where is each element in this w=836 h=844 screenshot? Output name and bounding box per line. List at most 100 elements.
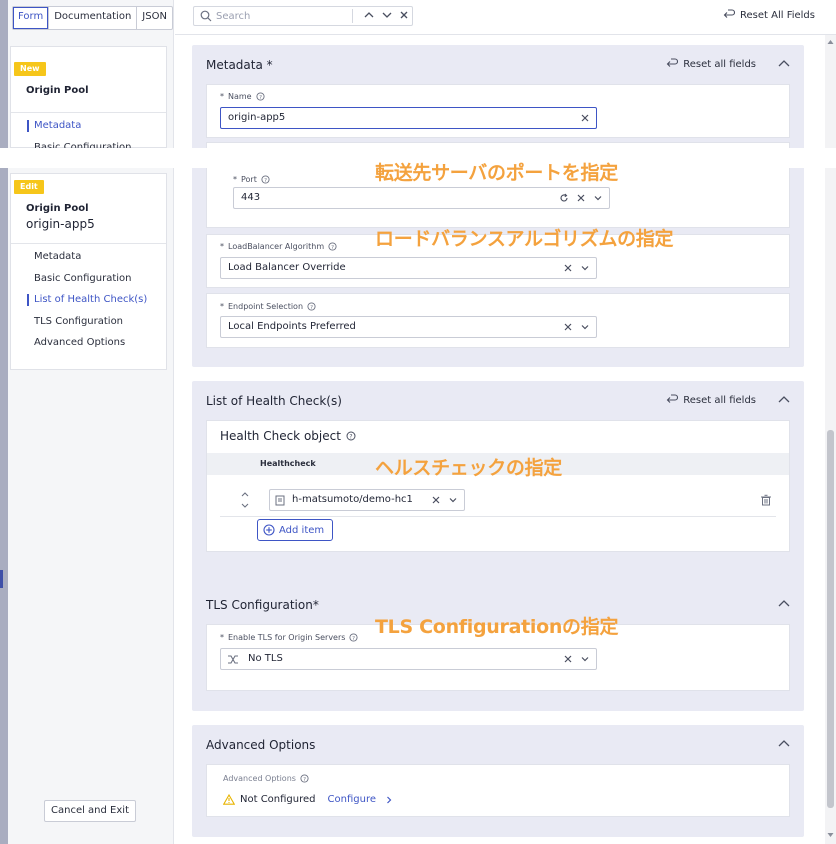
endpoint-selection-select[interactable]: Local Endpoints Preferred — [220, 316, 597, 338]
chevron-up-icon[interactable] — [778, 739, 790, 749]
chevron-down-icon[interactable] — [580, 263, 590, 273]
nav-item-basic-configuration[interactable]: Basic Configuration — [11, 268, 166, 290]
search-icon — [200, 10, 212, 22]
chevron-up-icon[interactable] — [778, 395, 790, 405]
column-header-healthcheck: Healthcheck — [260, 459, 316, 468]
reset-section-button[interactable]: Reset all fields — [666, 394, 756, 406]
scroll-down-arrow-icon[interactable] — [827, 832, 834, 838]
svg-text:?: ? — [259, 95, 262, 101]
chevron-down-icon[interactable] — [593, 193, 603, 203]
svg-text:?: ? — [264, 178, 267, 184]
chevron-down-icon[interactable] — [580, 322, 590, 332]
warning-icon — [223, 794, 235, 805]
name-field-group: * Name ? origin-app5 — [206, 84, 790, 138]
configure-link[interactable]: Configure — [328, 794, 376, 805]
annotation-tls: TLS Configurationの指定 — [375, 616, 619, 638]
required-star: * — [233, 175, 237, 184]
new-badge: New — [14, 62, 46, 76]
clear-icon[interactable] — [563, 263, 573, 273]
trash-icon[interactable] — [760, 494, 772, 506]
endpoint-selection-group: * Endpoint Selection ? Local Endpoints Pr… — [206, 293, 790, 348]
name-input[interactable]: origin-app5 — [220, 107, 597, 129]
reset-icon — [666, 394, 679, 403]
svg-text:?: ? — [349, 434, 352, 441]
nav-item-advanced-options[interactable]: Advanced Options — [11, 332, 166, 354]
reset-section-button[interactable]: Reset all fields — [666, 58, 756, 70]
required-star: * — [220, 302, 224, 311]
chevron-up-icon[interactable] — [778, 599, 790, 609]
section-title: List of Health Check(s) — [206, 394, 342, 408]
advanced-options-section: Advanced Options Advanced Options ? Not … — [192, 725, 804, 837]
new-object-card: New Origin Pool Metadata Basic Configura… — [10, 46, 167, 153]
clear-icon[interactable] — [431, 495, 441, 505]
svg-text:?: ? — [310, 305, 313, 311]
chevron-right-icon[interactable] — [385, 795, 393, 805]
search-input[interactable] — [216, 9, 346, 23]
edit-card-object-name: origin-app5 — [26, 217, 95, 231]
nav-item-health-checks[interactable]: List of Health Check(s) — [11, 289, 166, 311]
chevron-up-icon[interactable] — [778, 59, 790, 69]
nav-item-tls-configuration[interactable]: TLS Configuration — [11, 311, 166, 333]
nav-item-new-metadata[interactable]: Metadata — [11, 115, 166, 137]
chevron-down-icon[interactable] — [580, 654, 590, 664]
name-label: Name — [228, 92, 252, 101]
reset-all-fields-button[interactable]: Reset All Fields — [723, 9, 815, 21]
section-title: Advanced Options — [206, 738, 316, 752]
refresh-icon[interactable] — [559, 193, 569, 203]
help-icon[interactable]: ? — [307, 302, 316, 311]
lb-algorithm-select[interactable]: Load Balancer Override — [220, 257, 597, 279]
tab-documentation[interactable]: Documentation — [49, 7, 138, 29]
edge-marker — [0, 570, 3, 588]
add-item-button[interactable]: Add item — [257, 519, 334, 541]
edit-object-card: Edit Origin Pool origin-app5 Metadata Ba… — [10, 173, 167, 370]
section-title: Metadata * — [206, 58, 273, 72]
new-card-title: Origin Pool — [26, 85, 89, 96]
help-icon[interactable]: ? — [300, 774, 309, 783]
annotation-health-check: ヘルスチェックの指定 — [375, 457, 563, 479]
cancel-and-exit-button[interactable]: Cancel and Exit — [44, 800, 136, 822]
help-icon[interactable]: ? — [256, 92, 265, 101]
help-icon[interactable]: ? — [349, 633, 358, 642]
svg-text:?: ? — [353, 636, 356, 642]
help-icon[interactable]: ? — [328, 242, 337, 251]
add-circle-icon — [263, 524, 275, 536]
tls-configuration-section: TLS Configuration* * Enable TLS for Origi… — [192, 585, 804, 711]
scrollbar-thumb[interactable] — [827, 430, 834, 808]
reset-icon — [666, 58, 679, 67]
metadata-section: Metadata * Reset all fields * Name ? orig… — [192, 45, 804, 367]
tab-json[interactable]: JSON — [137, 7, 172, 29]
tls-select[interactable]: No TLS — [220, 648, 597, 670]
clear-icon[interactable] — [563, 322, 573, 332]
health-check-object-title: Health Check object — [220, 429, 341, 443]
clear-icon[interactable] — [576, 193, 586, 203]
tab-form[interactable]: Form — [13, 7, 50, 29]
choice-icon — [228, 655, 238, 664]
help-icon[interactable]: ? — [346, 431, 356, 441]
chevron-down-icon[interactable] — [448, 495, 458, 505]
form-navigator: Form Documentation JSON New Origin Pool … — [8, 0, 174, 844]
annotation-port: 転送先サーバのポートを指定 — [375, 162, 618, 184]
advanced-options-label: Advanced Options — [223, 774, 296, 783]
health-checks-section: List of Health Check(s) Reset all fields… — [192, 381, 804, 604]
reorder-handle-icon[interactable] — [240, 490, 250, 510]
clear-icon[interactable] — [580, 113, 590, 123]
chevron-down-icon[interactable] — [380, 8, 394, 22]
edit-card-title: Origin Pool — [26, 203, 89, 214]
reset-icon — [723, 9, 735, 18]
lb-algorithm-label: LoadBalancer Algorithm — [228, 242, 325, 251]
nav-item-metadata[interactable]: Metadata — [11, 246, 166, 268]
svg-text:?: ? — [331, 245, 334, 251]
healthcheck-select[interactable]: h-matsumoto/demo-hc1 — [269, 489, 465, 511]
required-star: * — [220, 242, 224, 251]
help-icon[interactable]: ? — [261, 175, 270, 184]
close-icon[interactable] — [397, 8, 411, 22]
scroll-up-arrow-icon[interactable] — [827, 39, 834, 45]
health-check-object-group: Health Check object ? Healthcheck h-mats… — [206, 420, 790, 552]
port-input[interactable]: 443 — [233, 187, 610, 209]
divider — [220, 516, 776, 517]
advanced-options-group: Advanced Options ? Not Configured Config… — [206, 764, 790, 817]
edit-badge: Edit — [14, 180, 44, 194]
clear-icon[interactable] — [563, 654, 573, 664]
chevron-up-icon[interactable] — [362, 8, 376, 22]
endpoint-selection-label: Endpoint Selection — [228, 302, 304, 311]
